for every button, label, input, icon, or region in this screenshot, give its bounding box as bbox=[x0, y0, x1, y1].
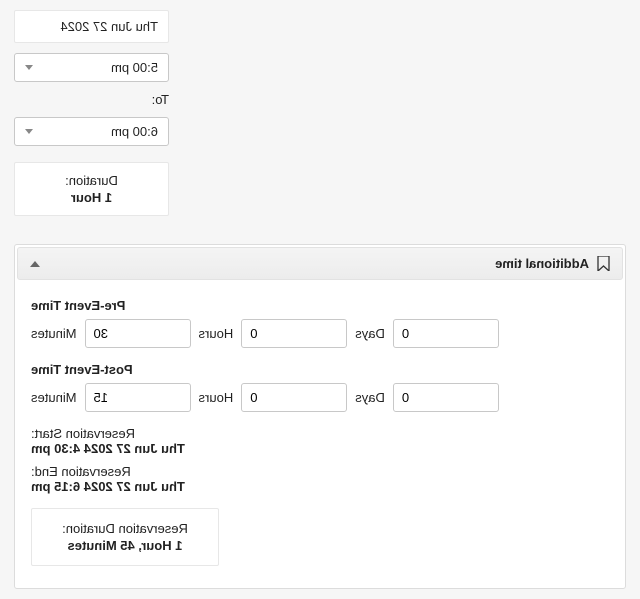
reservation-end-line: Reservation End: Thu Jun 27 2024 6:15 pm bbox=[31, 464, 609, 494]
post-hours-input[interactable] bbox=[241, 383, 347, 412]
chevron-up-icon bbox=[30, 261, 40, 267]
hours-label: Hours bbox=[199, 326, 234, 341]
to-time-select[interactable]: 6:00 pm bbox=[14, 117, 169, 146]
reservation-duration-value: 1 Hour, 45 Minutes bbox=[44, 538, 206, 553]
duration-label: Duration: bbox=[25, 173, 158, 188]
duration-card: Duration: 1 Hour bbox=[14, 162, 169, 216]
from-time-value: 5:00 pm bbox=[111, 60, 158, 75]
reservation-end-label: Reservation End: bbox=[31, 464, 609, 479]
from-time-select[interactable]: 5:00 pm bbox=[14, 53, 169, 82]
pre-event-row: Days Hours Minutes bbox=[31, 319, 609, 348]
reservation-duration-card: Reservation Duration: 1 Hour, 45 Minutes bbox=[31, 508, 219, 566]
panel-title: Additional time bbox=[495, 256, 589, 271]
reservation-start-line: Reservation Start: Thu Jun 27 2024 4:30 … bbox=[31, 426, 609, 456]
hours-label: Hours bbox=[199, 390, 234, 405]
pre-days-input[interactable] bbox=[393, 319, 499, 348]
pre-event-label: Pre-Event Time bbox=[31, 298, 609, 313]
reservation-end-value: Thu Jun 27 2024 6:15 pm bbox=[31, 479, 609, 494]
additional-time-panel: Additional time Pre-Event Time Days Hour… bbox=[14, 244, 626, 589]
pre-minutes-input[interactable] bbox=[85, 319, 191, 348]
additional-time-header[interactable]: Additional time bbox=[17, 247, 623, 280]
pre-hours-input[interactable] bbox=[241, 319, 347, 348]
minutes-label: Minutes bbox=[31, 326, 77, 341]
chevron-down-icon bbox=[25, 65, 33, 70]
chevron-down-icon bbox=[25, 129, 33, 134]
reservation-duration-label: Reservation Duration: bbox=[44, 521, 206, 536]
post-days-input[interactable] bbox=[393, 383, 499, 412]
days-label: Days bbox=[355, 326, 385, 341]
reservation-start-label: Reservation Start: bbox=[31, 426, 609, 441]
event-date-text: Thu Jun 27 2024 bbox=[60, 19, 158, 34]
event-date-display: Thu Jun 27 2024 bbox=[14, 10, 169, 43]
to-time-value: 6:00 pm bbox=[111, 124, 158, 139]
duration-value: 1 Hour bbox=[25, 190, 158, 205]
bookmark-icon bbox=[597, 256, 610, 271]
post-minutes-input[interactable] bbox=[85, 383, 191, 412]
reservation-start-value: Thu Jun 27 2024 4:30 pm bbox=[31, 441, 609, 456]
to-label: To: bbox=[14, 92, 169, 107]
days-label: Days bbox=[355, 390, 385, 405]
post-event-label: Post-Event Time bbox=[31, 362, 609, 377]
minutes-label: Minutes bbox=[31, 390, 77, 405]
post-event-row: Days Hours Minutes bbox=[31, 383, 609, 412]
